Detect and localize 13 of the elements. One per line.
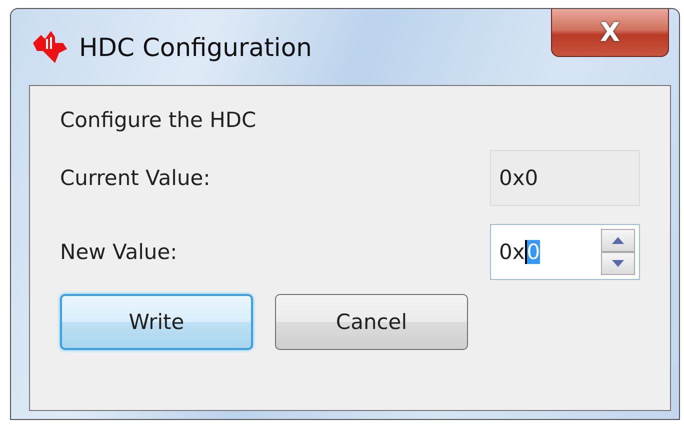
up-arrow-icon [612,237,624,244]
write-button[interactable]: Write [60,294,253,350]
field-label: Current Value: [60,166,210,190]
down-arrow-icon [612,260,624,267]
close-button[interactable]: X [551,9,669,57]
heading-text: Configure the HDC [60,108,258,132]
cancel-button[interactable]: Cancel [275,294,468,350]
spin-up-button[interactable] [601,229,635,252]
spin-down-button[interactable] [601,252,635,275]
field-label: New Value: [60,240,178,264]
current-value-field[interactable]: 0x0 [490,150,640,206]
window-title: HDC Configuration [79,32,312,62]
new-value-field[interactable]: 0x0 [490,224,640,280]
